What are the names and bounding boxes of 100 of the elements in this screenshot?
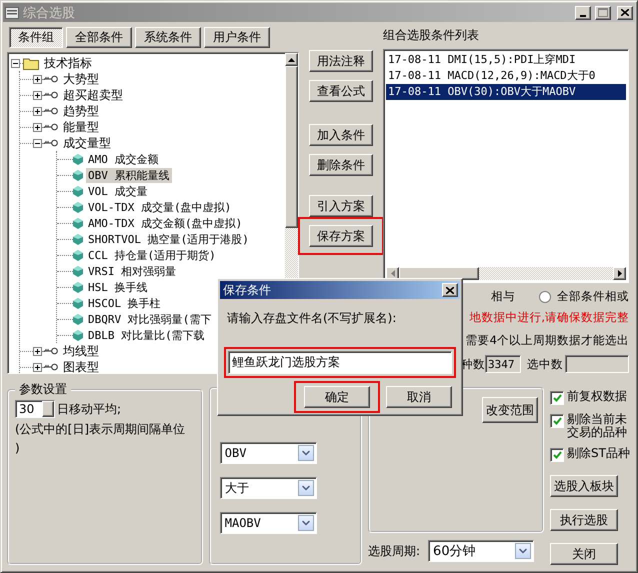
checkbox-label[interactable]: 前复权数据 [567,390,631,403]
key-icon [44,363,58,371]
gem-icon [73,170,83,180]
tab[interactable]: 条件组 [9,27,63,48]
close-icon [446,286,454,294]
window-icon [5,6,19,18]
checkbox-label[interactable]: 剔除当前未交易的品种 [567,413,631,439]
close-button[interactable] [617,6,633,20]
close-button[interactable]: 关闭 [550,543,618,565]
tab[interactable]: 全部条件 [66,27,132,48]
gem-icon [73,186,83,196]
action-button[interactable]: 执行选股 [550,509,618,531]
expand-icon[interactable] [33,106,42,116]
spin-button[interactable] [42,401,54,417]
tree-item[interactable]: 成交量型 [61,134,113,152]
tree-item[interactable]: 均线型 [61,342,101,360]
key-icon [44,91,58,99]
action-button[interactable]: 加入条件 [309,124,373,146]
expand-icon[interactable] [33,346,42,356]
tree-item[interactable]: SHORTVOL 抛空量(适用于港股) [86,232,251,246]
dropdown[interactable]: OBV [220,442,317,464]
checkbox-label[interactable]: 剔除ST品种 [567,447,631,460]
range-button[interactable]: 改变范围 [482,397,538,423]
condition-item[interactable]: 17-08-11 OBV(30):OBV大于MAOBV [386,84,626,100]
action-button[interactable]: 选股入板块 [550,475,618,497]
condition-item[interactable]: 17-08-11 DMI(15,5):PDI上穿MDI [386,52,626,68]
dropdown[interactable]: 大于 [220,477,317,499]
expand-icon[interactable] [33,90,42,100]
option-label: 相与 [491,289,515,304]
notice-text: 地数据中进行,请确保数据完整 [469,310,629,325]
gem-icon [73,234,83,244]
number-field[interactable]: 30 [15,400,55,418]
action-button[interactable]: 用法注释 [309,50,373,72]
dropdown[interactable]: MAOBV [220,512,317,534]
window-title: 综合选股 [23,4,76,22]
tree-item[interactable]: AMO-TDX 成交金额(盘中虚拟) [86,216,244,230]
count-field [565,355,629,373]
action-button[interactable]: 引入方案 [309,195,373,217]
collapse-icon[interactable] [33,138,42,148]
tree-item[interactable]: VOL 成交量 [86,184,150,198]
tree-item[interactable]: VRSI 相对强弱量 [86,264,178,278]
checkbox[interactable] [550,391,564,405]
close-button[interactable] [442,283,458,297]
note-text: ) [15,441,20,455]
tree-item[interactable]: CCL 持仓量(适用于期货) [86,248,218,262]
tree-item[interactable]: AMO 成交金额 [86,152,160,166]
minimize-button[interactable] [575,6,591,20]
condition-item[interactable]: 17-08-11 MACD(12,26,9):MACD大于0 [386,68,626,84]
scroll-up-button[interactable] [285,53,298,66]
minimize-icon [580,14,586,16]
list-title: 组合选股条件列表 [383,27,480,43]
key-icon [44,123,58,131]
tab[interactable]: 系统条件 [135,27,201,48]
tree-item[interactable]: 图表型 [61,358,101,373]
dropdown[interactable]: 60分钟 [428,540,534,562]
scroll-right-button[interactable] [613,267,626,280]
filename-field[interactable]: 鲤鱼跃龙门选股方案 [228,351,452,374]
tree-item[interactable]: OBV 累积能量线 [86,168,172,182]
group-title: 参数设置 [18,381,68,398]
tab[interactable]: 用户条件 [204,27,270,48]
count-label: 选中数 [527,356,563,372]
gem-icon [73,202,83,212]
checkbox[interactable] [550,448,564,462]
tree-item[interactable]: HSL 换手线 [86,280,150,294]
tree-item[interactable]: 技术指标 [42,54,94,72]
tree-item[interactable]: 超买超卖型 [61,86,125,104]
right-arrow-icon [618,270,622,277]
folder-icon [23,56,39,70]
expand-icon[interactable] [33,362,42,372]
tree-item[interactable]: 能量型 [61,118,101,136]
action-button[interactable]: 删除条件 [309,154,373,176]
left-arrow-icon [390,270,394,277]
tree-item[interactable]: DBLB 对比量比(需下载 [86,328,207,342]
tree-item[interactable]: HSCOL 换手柱 [86,296,163,310]
radio-label[interactable]: 全部条件相或 [557,289,629,304]
expand-icon[interactable] [33,122,42,132]
horizontal-scrollbar[interactable] [386,267,626,280]
expand-icon[interactable] [33,74,42,84]
up-arrow-icon [288,58,295,62]
action-button[interactable]: 保存方案 [309,225,373,247]
key-icon [44,139,58,147]
maximize-button[interactable] [595,6,611,20]
tree-item[interactable]: DBQRV 对比强弱量(需下 [86,312,214,326]
scroll-thumb[interactable] [285,66,298,228]
key-icon [44,75,58,83]
prompt-text: 请输入存盘文件名(不写扩展名): [227,310,398,327]
dialog-button[interactable]: 确定 [304,386,370,408]
collapse-icon[interactable] [11,58,20,68]
gem-icon [73,314,83,324]
radio-button[interactable] [539,290,551,302]
dialog-button[interactable]: 取消 [386,386,452,408]
gem-icon [73,218,83,228]
key-icon [44,347,58,355]
tree-item[interactable]: 大势型 [61,70,101,88]
tree-item[interactable]: 趋势型 [61,102,101,120]
action-button[interactable]: 查看公式 [309,80,373,102]
dialog-title: 保存条件 [223,282,271,298]
tree-item[interactable]: VOL-TDX 成交量(盘中虚拟) [86,200,234,214]
key-icon [44,107,58,115]
checkbox[interactable] [550,414,564,428]
